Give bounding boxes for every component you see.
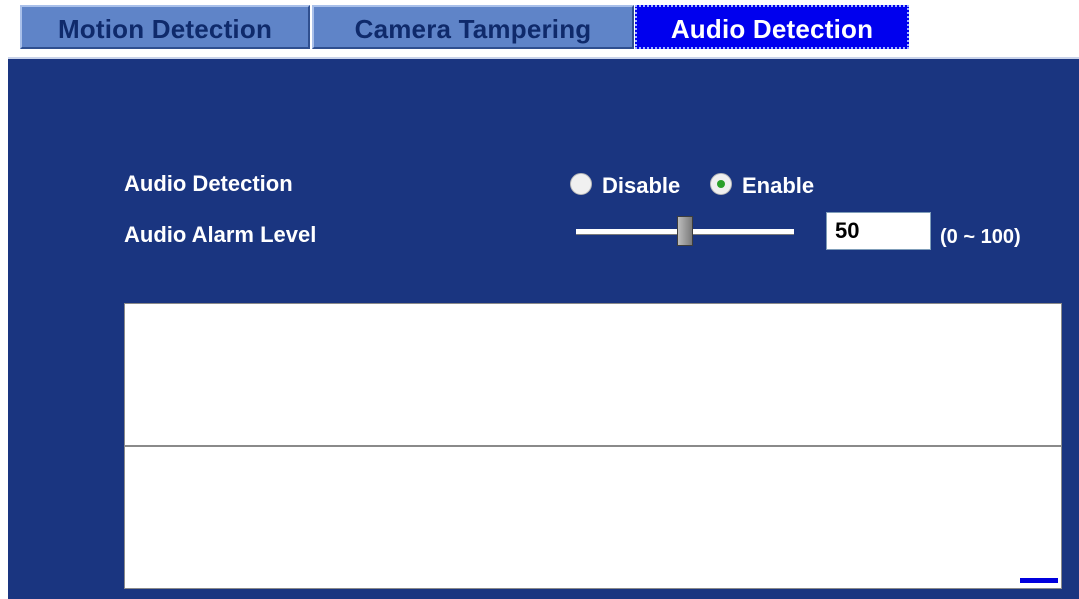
graph-threshold-line [125, 445, 1061, 447]
enable-radio[interactable] [710, 173, 732, 195]
audio-detection-panel: Audio Detection Disable Enable Audio Ala… [8, 57, 1079, 599]
audio-alarm-level-label: Audio Alarm Level [124, 222, 317, 247]
audio-detection-label: Audio Detection [124, 171, 293, 196]
tab-camera-tampering[interactable]: Camera Tampering [312, 5, 634, 49]
disable-radio[interactable] [570, 173, 592, 195]
tab-audio-detection[interactable]: Audio Detection [635, 5, 909, 49]
audio-level-graph [124, 303, 1062, 589]
tab-motion-detection[interactable]: Motion Detection [20, 5, 310, 49]
enable-radio-label[interactable]: Enable [742, 173, 814, 199]
level-range-note: (0 ~ 100) [940, 226, 1021, 248]
audio-level-indicator [1020, 578, 1058, 583]
audio-alarm-level-slider[interactable] [576, 211, 794, 251]
disable-radio-label[interactable]: Disable [602, 173, 680, 199]
audio-alarm-level-input[interactable] [826, 212, 931, 250]
slider-thumb[interactable] [677, 216, 693, 246]
